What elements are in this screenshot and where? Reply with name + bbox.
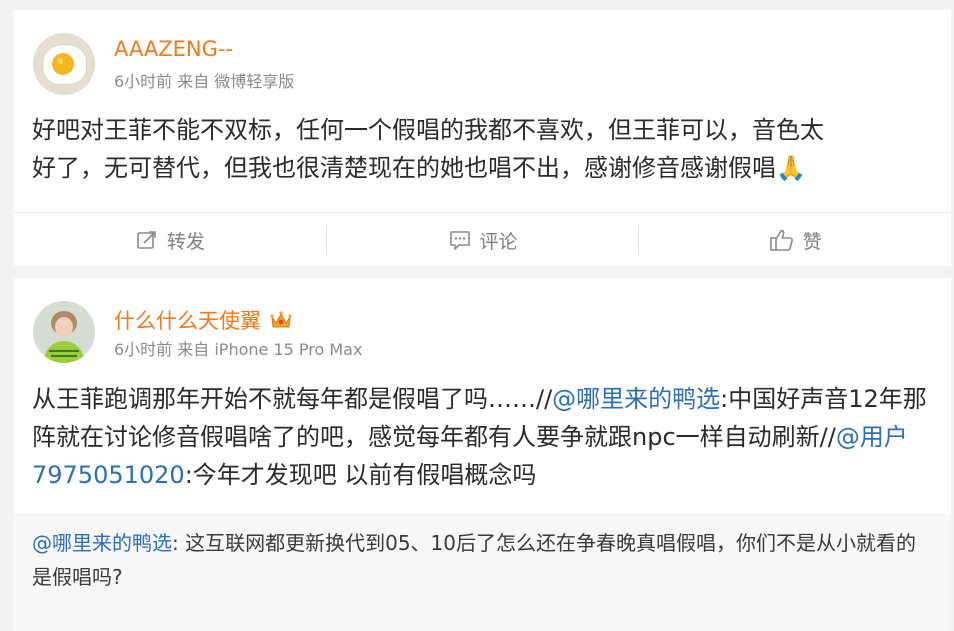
repost-icon	[137, 231, 156, 249]
post-card-1: AAAZENG-- 6小时前 来自 微博轻享版 好吧对王菲不能不双标，任何一个假…	[14, 10, 951, 266]
post-meta: 6小时前 来自 iPhone 15 Pro Max	[114, 340, 363, 359]
mention-link[interactable]: @哪里来的鸭选	[32, 531, 172, 555]
reposted-text: @哪里来的鸭选: 这互联网都更新换代到05、10后了怎么还在争春晚真唱假唱，你们…	[32, 526, 921, 594]
comment-icon	[449, 231, 470, 250]
repost-button[interactable]: 转发	[14, 227, 326, 254]
comment-button[interactable]: 评论	[327, 227, 639, 254]
content-text: :今年才发现吧 以前有假唱概念吗	[184, 461, 537, 489]
post-content-line-2: 好了，无可替代，但我也很清楚现在的她也唱不出，感谢修音感谢假唱🙏	[32, 154, 806, 182]
username-row: 什么什么天使翼	[114, 305, 293, 336]
avatar[interactable]	[33, 301, 95, 363]
like-icon	[769, 229, 793, 251]
post-content: 好吧对王菲不能不双标，任何一个假唱的我都不喜欢，但王菲可以，音色太 好了，无可替…	[32, 111, 933, 187]
post-card-2: 什么什么天使翼 6小时前 来自 iPhone 15 Pro Max 从王菲跑调那…	[14, 278, 951, 631]
user-photo-avatar-icon	[33, 301, 95, 363]
avatar[interactable]	[33, 33, 95, 95]
action-bar: 转发 评论 赞	[14, 212, 951, 267]
post-meta: 6小时前 来自 微博轻享版	[114, 72, 295, 91]
repost-label: 转发	[166, 230, 205, 253]
content-text: 从王菲跑调那年开始不就每年都是假唱了吗……//	[32, 385, 553, 413]
reposted-content[interactable]: @哪里来的鸭选: 这互联网都更新换代到05、10后了怎么还在争春晚真唱假唱，你们…	[14, 514, 951, 631]
like-label: 赞	[802, 230, 822, 253]
post-content: 从王菲跑调那年开始不就每年都是假唱了吗……//@哪里来的鸭选:中国好声音12年那…	[32, 380, 939, 494]
username[interactable]: 什么什么天使翼	[114, 309, 261, 333]
fried-egg-avatar-icon	[33, 33, 95, 95]
username[interactable]: AAAZENG--	[114, 37, 233, 61]
crown-icon	[269, 309, 293, 336]
post-content-line-1: 好吧对王菲不能不双标，任何一个假唱的我都不喜欢，但王菲可以，音色太	[32, 116, 824, 144]
like-button[interactable]: 赞	[639, 227, 951, 254]
comment-label: 评论	[479, 230, 518, 253]
mention-link[interactable]: @哪里来的鸭选	[552, 385, 720, 413]
